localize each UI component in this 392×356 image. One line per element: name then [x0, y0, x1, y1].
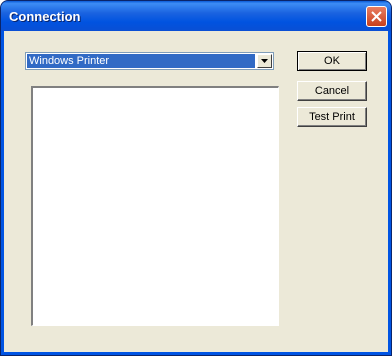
close-button[interactable]: [366, 6, 387, 27]
dialog-body: Windows Printer OK Cancel Test Print: [4, 31, 388, 352]
close-icon: [371, 11, 382, 22]
test-print-button[interactable]: Test Print: [297, 107, 367, 127]
printer-dropdown-value: Windows Printer: [27, 54, 255, 68]
title-bar[interactable]: Connection: [1, 1, 391, 31]
chevron-down-icon: [261, 59, 268, 63]
connection-list[interactable]: [31, 86, 279, 326]
cancel-button[interactable]: Cancel: [297, 81, 367, 101]
ok-button[interactable]: OK: [297, 51, 367, 71]
dialog-title: Connection: [9, 9, 81, 24]
connection-dialog: Connection Windows Printer OK Cancel Tes…: [0, 0, 392, 356]
dropdown-button[interactable]: [257, 54, 272, 68]
printer-dropdown[interactable]: Windows Printer: [25, 52, 274, 70]
